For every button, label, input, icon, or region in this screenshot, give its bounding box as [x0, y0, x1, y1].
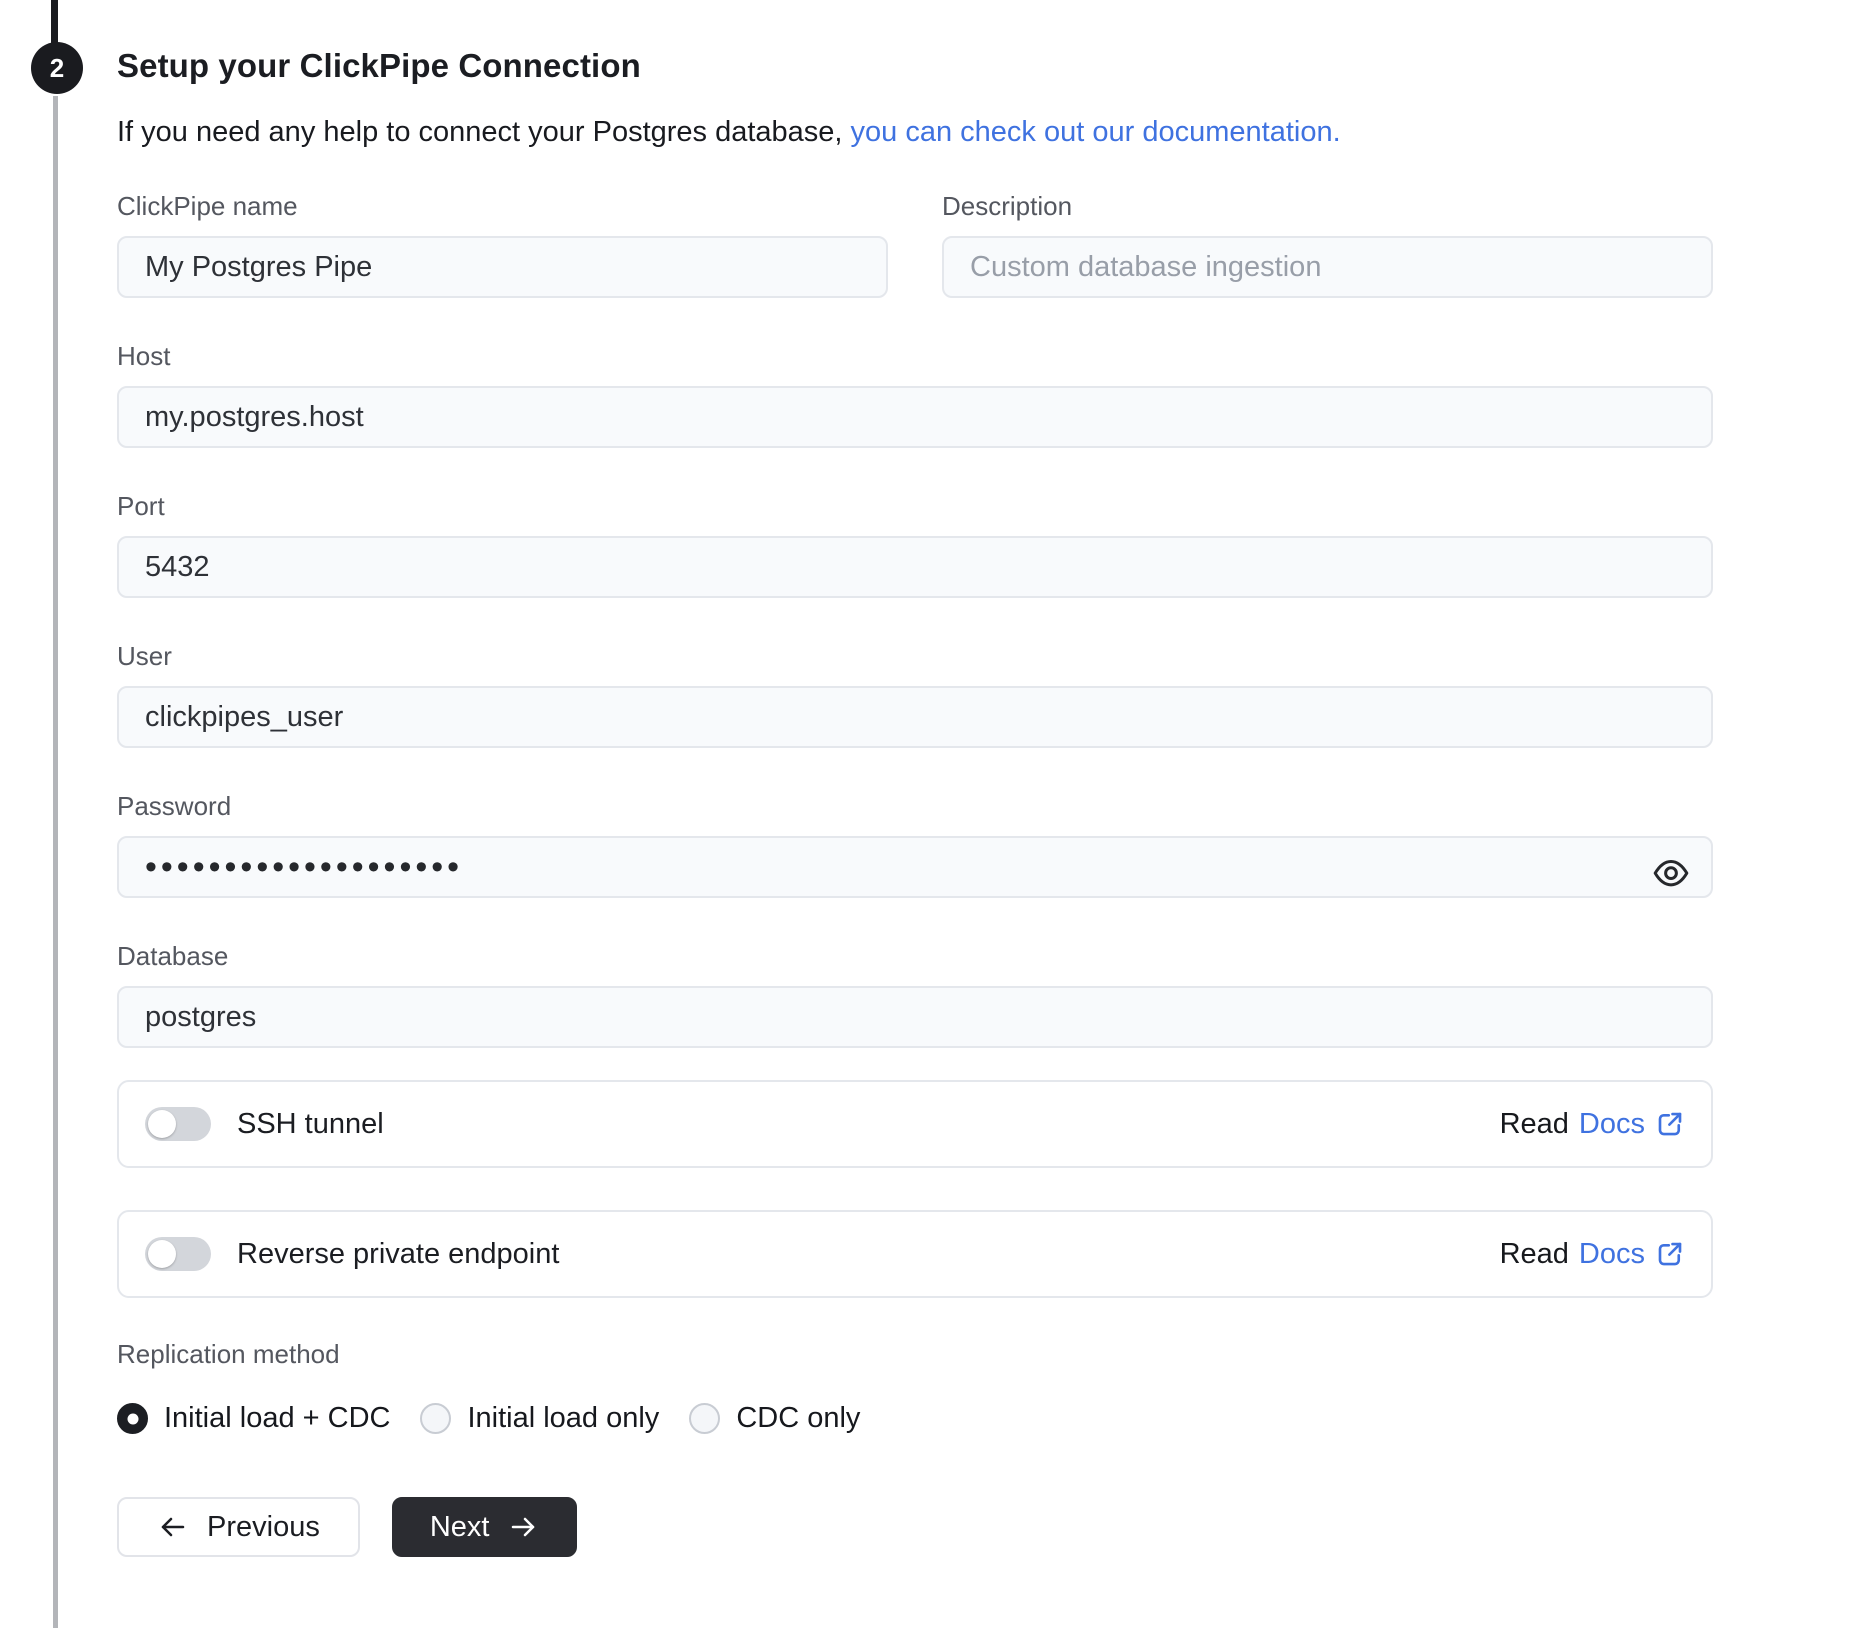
- radio-cdc-only[interactable]: CDC only: [689, 1402, 860, 1435]
- toggle-knob: [148, 1240, 176, 1268]
- previous-button-label: Previous: [207, 1510, 320, 1543]
- read-text: Read: [1499, 1237, 1569, 1270]
- port-input[interactable]: [117, 536, 1713, 598]
- external-link-icon: [1658, 1112, 1682, 1136]
- database-input[interactable]: [117, 986, 1713, 1048]
- documentation-link[interactable]: you can check out our documentation.: [851, 116, 1341, 148]
- host-label: Host: [117, 341, 171, 371]
- external-link-icon: [1658, 1242, 1682, 1266]
- user-input[interactable]: [117, 686, 1713, 748]
- step-rail-line-top: [51, 0, 58, 44]
- field-port: Port: [117, 490, 1713, 598]
- ssh-docs-link[interactable]: Docs: [1579, 1108, 1685, 1141]
- step-number-badge: 2: [31, 42, 83, 94]
- ssh-tunnel-row: SSH tunnel Read Docs: [117, 1080, 1713, 1168]
- radio-label: CDC only: [736, 1402, 861, 1434]
- field-database: Database: [117, 940, 1713, 1048]
- read-text: Read: [1499, 1107, 1569, 1140]
- field-host: Host: [117, 340, 1713, 448]
- radio-initial-load-cdc[interactable]: Initial load + CDC: [117, 1402, 390, 1435]
- radio-button-icon[interactable]: [117, 1403, 148, 1434]
- ssh-tunnel-toggle[interactable]: [145, 1107, 211, 1141]
- field-description: Description: [942, 190, 1713, 298]
- next-button-label: Next: [429, 1510, 490, 1543]
- eye-icon: [1653, 859, 1689, 887]
- docs-link-text: Docs: [1578, 1107, 1645, 1140]
- port-label: Port: [117, 491, 165, 521]
- ssh-tunnel-label: SSH tunnel: [237, 1107, 384, 1140]
- previous-button[interactable]: Previous: [117, 1497, 360, 1557]
- radio-button-icon[interactable]: [420, 1403, 452, 1434]
- docs-link-text: Docs: [1578, 1237, 1645, 1270]
- help-text-plain: If you need any help to connect your Pos…: [117, 116, 843, 148]
- setup-connection-section: Setup your ClickPipe Connection If you n…: [117, 0, 1713, 1557]
- help-text: If you need any help to connect your Pos…: [117, 114, 1713, 150]
- field-user: User: [117, 640, 1713, 748]
- radio-button-icon[interactable]: [689, 1403, 721, 1434]
- field-password: Password: [117, 790, 1713, 898]
- page-title: Setup your ClickPipe Connection: [117, 47, 641, 84]
- step-number: 2: [49, 52, 65, 83]
- password-input[interactable]: [117, 836, 1713, 898]
- host-input[interactable]: [117, 386, 1713, 448]
- database-label: Database: [117, 941, 229, 971]
- arrow-left-icon: [161, 1517, 185, 1537]
- password-label: Password: [117, 791, 232, 821]
- step-rail-line-bottom: [53, 96, 58, 1628]
- reverse-private-endpoint-toggle[interactable]: [145, 1237, 211, 1271]
- radio-label: Initial load + CDC: [164, 1402, 391, 1434]
- clickpipe-name-label: ClickPipe name: [117, 191, 298, 221]
- form-actions: Previous Next: [117, 1497, 1713, 1557]
- description-input[interactable]: [942, 236, 1713, 298]
- radio-label: Initial load only: [467, 1402, 660, 1434]
- description-label: Description: [942, 191, 1073, 221]
- arrow-right-icon: [512, 1517, 535, 1537]
- next-button[interactable]: Next: [391, 1497, 578, 1557]
- reverse-private-endpoint-row: Reverse private endpoint Read Docs: [117, 1210, 1713, 1298]
- toggle-knob: [148, 1110, 176, 1138]
- replication-method-options: Initial load + CDC Initial load only CDC…: [117, 1402, 1713, 1435]
- radio-initial-load-only[interactable]: Initial load only: [420, 1402, 659, 1435]
- field-clickpipe-name: ClickPipe name: [117, 190, 888, 298]
- reverse-endpoint-docs-link[interactable]: Docs: [1579, 1238, 1685, 1271]
- replication-method-label: Replication method: [117, 1339, 340, 1369]
- show-password-button[interactable]: [1649, 851, 1693, 895]
- reverse-private-endpoint-label: Reverse private endpoint: [237, 1237, 560, 1270]
- user-label: User: [117, 641, 172, 671]
- clickpipe-name-input[interactable]: [117, 236, 888, 298]
